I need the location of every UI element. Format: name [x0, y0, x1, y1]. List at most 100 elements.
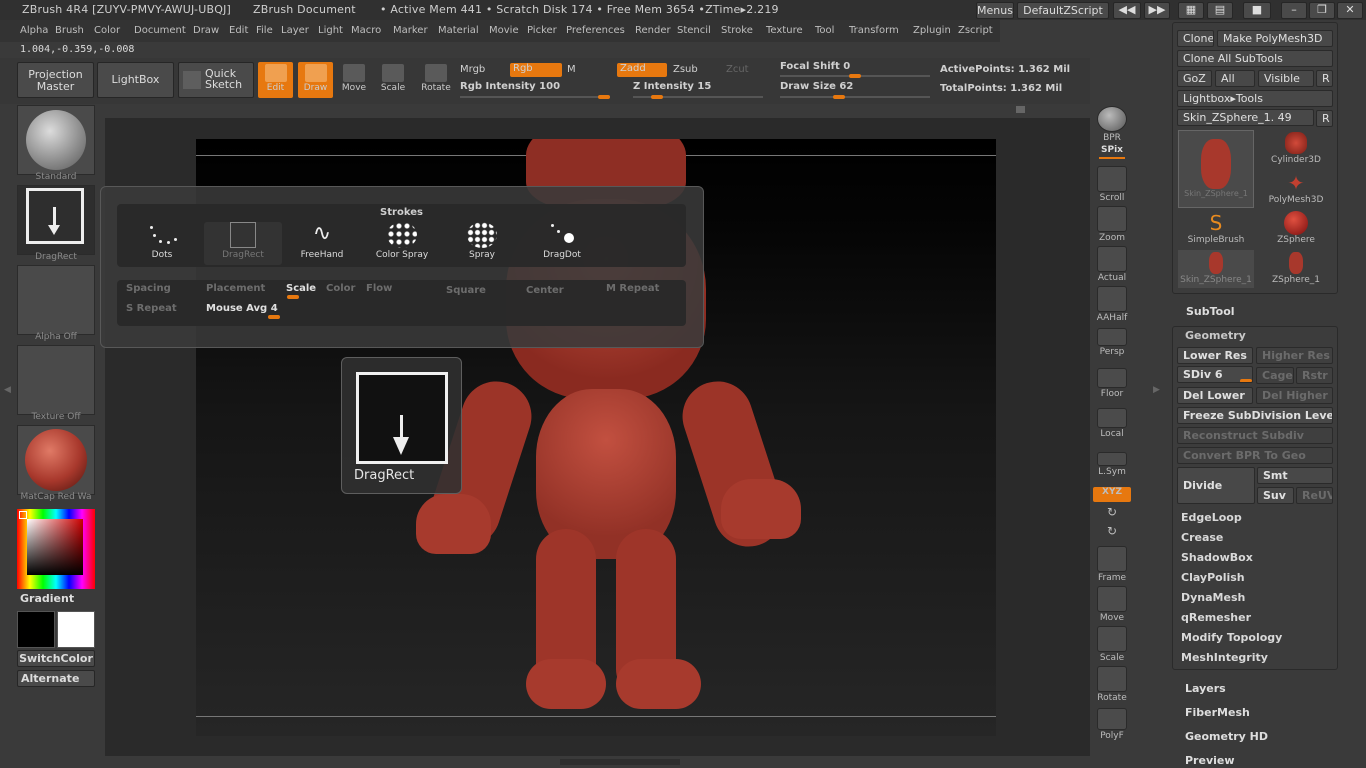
menu-macro[interactable]: Macro — [351, 25, 381, 36]
scale-knob[interactable] — [287, 295, 299, 299]
lightbox-button[interactable]: LightBox — [97, 62, 174, 98]
menu-zplugin[interactable]: Zplugin — [913, 25, 951, 36]
stroke-spray[interactable]: Spray — [443, 222, 521, 265]
default-zscript-button[interactable]: DefaultZScript — [1017, 2, 1109, 19]
menu-zscript[interactable]: Zscript — [958, 25, 993, 36]
r-button[interactable]: R — [1316, 70, 1333, 87]
menu-marker[interactable]: Marker — [393, 25, 428, 36]
cage-button[interactable]: Cage — [1256, 367, 1294, 384]
color-picker[interactable] — [17, 509, 95, 589]
del-lower-button[interactable]: Del Lower — [1177, 387, 1253, 404]
secondary-color-swatch[interactable] — [57, 611, 95, 648]
menus-button[interactable]: Menus — [976, 2, 1014, 19]
color-square[interactable] — [27, 519, 83, 575]
lsym-button[interactable]: L.Sym — [1093, 452, 1131, 477]
quick-sketch-button[interactable]: Quick Sketch — [178, 62, 254, 98]
rstr-button[interactable]: Rstr — [1296, 367, 1333, 384]
s-repeat-option[interactable]: S Repeat — [126, 303, 177, 314]
stroke-dragrect[interactable]: DragRect — [204, 222, 282, 265]
smt-toggle[interactable]: Smt — [1257, 467, 1333, 484]
layout-alt-icon[interactable]: ▤ — [1207, 2, 1233, 19]
subtool-section[interactable]: SubTool — [1186, 305, 1235, 318]
focal-shift-slider[interactable] — [780, 74, 930, 78]
goz-button[interactable]: GoZ — [1177, 70, 1212, 87]
material-thumbnail[interactable] — [17, 425, 95, 495]
geometry-hd-section[interactable]: Geometry HD — [1185, 730, 1268, 743]
main-color-swatch[interactable] — [17, 611, 55, 648]
actual-button[interactable]: Actual — [1093, 246, 1131, 283]
flow-option[interactable]: Flow — [366, 283, 392, 294]
aahalf-button[interactable]: AAHalf — [1093, 286, 1131, 323]
layout-icon[interactable]: ▦ — [1178, 2, 1204, 19]
draw-mode-button[interactable]: Draw — [298, 62, 333, 98]
fibermesh-section[interactable]: FiberMesh — [1185, 706, 1250, 719]
menu-layer[interactable]: Layer — [281, 25, 309, 36]
lower-res-button[interactable]: Lower Res — [1177, 347, 1253, 364]
reconstruct-subdiv-button[interactable]: Reconstruct Subdiv — [1177, 427, 1333, 444]
geometry-title[interactable]: Geometry — [1185, 329, 1246, 342]
alpha-thumbnail[interactable] — [17, 265, 95, 335]
persp-button[interactable]: Persp — [1093, 328, 1131, 357]
clone-all-subtools-button[interactable]: Clone All SubTools — [1177, 50, 1333, 67]
bpr-button[interactable]: BPR — [1093, 106, 1131, 143]
polyf-button[interactable]: PolyF — [1093, 708, 1131, 741]
rotate-y-icon[interactable]: ↻ — [1093, 505, 1131, 519]
menu-edit[interactable]: Edit — [229, 25, 248, 36]
convert-bpr-button[interactable]: Convert BPR To Geo — [1177, 447, 1333, 464]
left-tray-collapse-icon[interactable]: ◀ — [4, 385, 12, 401]
tool-thumb-cylinder[interactable]: Cylinder3D — [1260, 130, 1332, 168]
bottom-tray-handle[interactable] — [560, 759, 680, 765]
minimize-icon[interactable]: – — [1281, 2, 1307, 19]
make-polymesh-button[interactable]: Make PolyMesh3D — [1217, 30, 1333, 47]
projection-master-button[interactable]: Projection Master — [17, 62, 94, 98]
current-tool-slider[interactable]: Skin_ZSphere_1. 49 — [1177, 109, 1314, 126]
restore-icon[interactable]: ❐ — [1309, 2, 1335, 19]
frame-button[interactable]: Frame — [1093, 546, 1131, 583]
stroke-dragdot[interactable]: DragDot — [523, 222, 601, 265]
focal-shift-knob[interactable] — [849, 74, 861, 78]
scale-mode-button[interactable]: Scale — [379, 62, 407, 98]
z-intensity-knob[interactable] — [651, 95, 663, 99]
alternate-button[interactable]: Alternate — [17, 670, 95, 687]
stroke-freehand[interactable]: ∿ FreeHand — [283, 222, 361, 265]
layers-section[interactable]: Layers — [1185, 682, 1226, 695]
menu-stencil[interactable]: Stencil — [677, 25, 711, 36]
xyz-button[interactable]: XYZ — [1093, 487, 1131, 502]
reuv-button[interactable]: ReUV — [1296, 487, 1333, 504]
switch-color-button[interactable]: SwitchColor — [17, 650, 95, 667]
tool-thumb-polymesh[interactable]: ✦ PolyMesh3D — [1260, 170, 1332, 208]
edgeloop-section[interactable]: EdgeLoop — [1181, 511, 1242, 524]
lightbox-tools-button[interactable]: Lightbox▸Tools — [1177, 90, 1333, 107]
current-tool-r-button[interactable]: R — [1316, 110, 1333, 127]
tool-thumb-simplebrush[interactable]: S SimpleBrush — [1178, 210, 1254, 248]
tool-thumb-skin-large[interactable]: Skin_ZSphere_1 — [1178, 130, 1254, 208]
visible-button[interactable]: Visible — [1258, 70, 1314, 87]
scale-view-button[interactable]: Scale — [1093, 626, 1131, 663]
rotate-view-button[interactable]: Rotate — [1093, 666, 1131, 703]
del-higher-button[interactable]: Del Higher — [1256, 387, 1333, 404]
document-resize-handle[interactable] — [1016, 106, 1025, 113]
rotate-mode-button[interactable]: Rotate — [419, 62, 453, 98]
stroke-color-spray[interactable]: Color Spray — [363, 222, 441, 265]
texture-thumbnail[interactable] — [17, 345, 95, 415]
zcut-toggle[interactable]: Zcut — [726, 64, 749, 75]
color-option[interactable]: Color — [326, 283, 355, 294]
menu-picker[interactable]: Picker — [527, 25, 557, 36]
lock-icon[interactable]: ■ — [1243, 2, 1271, 19]
menu-movie[interactable]: Movie — [489, 25, 519, 36]
all-button[interactable]: All — [1215, 70, 1255, 87]
scale-option[interactable]: Scale — [286, 283, 316, 294]
menu-light[interactable]: Light — [318, 25, 343, 36]
mouse-avg-knob[interactable] — [268, 315, 280, 319]
claypolish-section[interactable]: ClayPolish — [1181, 571, 1245, 584]
move-view-button[interactable]: Move — [1093, 586, 1131, 623]
preview-section[interactable]: Preview — [1185, 754, 1235, 767]
mouse-avg-option[interactable]: Mouse Avg 4 — [206, 303, 278, 314]
modify-topology-section[interactable]: Modify Topology — [1181, 631, 1282, 644]
menu-draw[interactable]: Draw — [193, 25, 219, 36]
menu-alpha[interactable]: Alpha — [20, 25, 48, 36]
rgb-intensity-knob[interactable] — [598, 95, 610, 99]
menu-texture[interactable]: Texture — [766, 25, 803, 36]
tool-thumb-skin-small[interactable]: Skin_ZSphere_1 — [1178, 250, 1254, 288]
menu-transform[interactable]: Transform — [849, 25, 899, 36]
